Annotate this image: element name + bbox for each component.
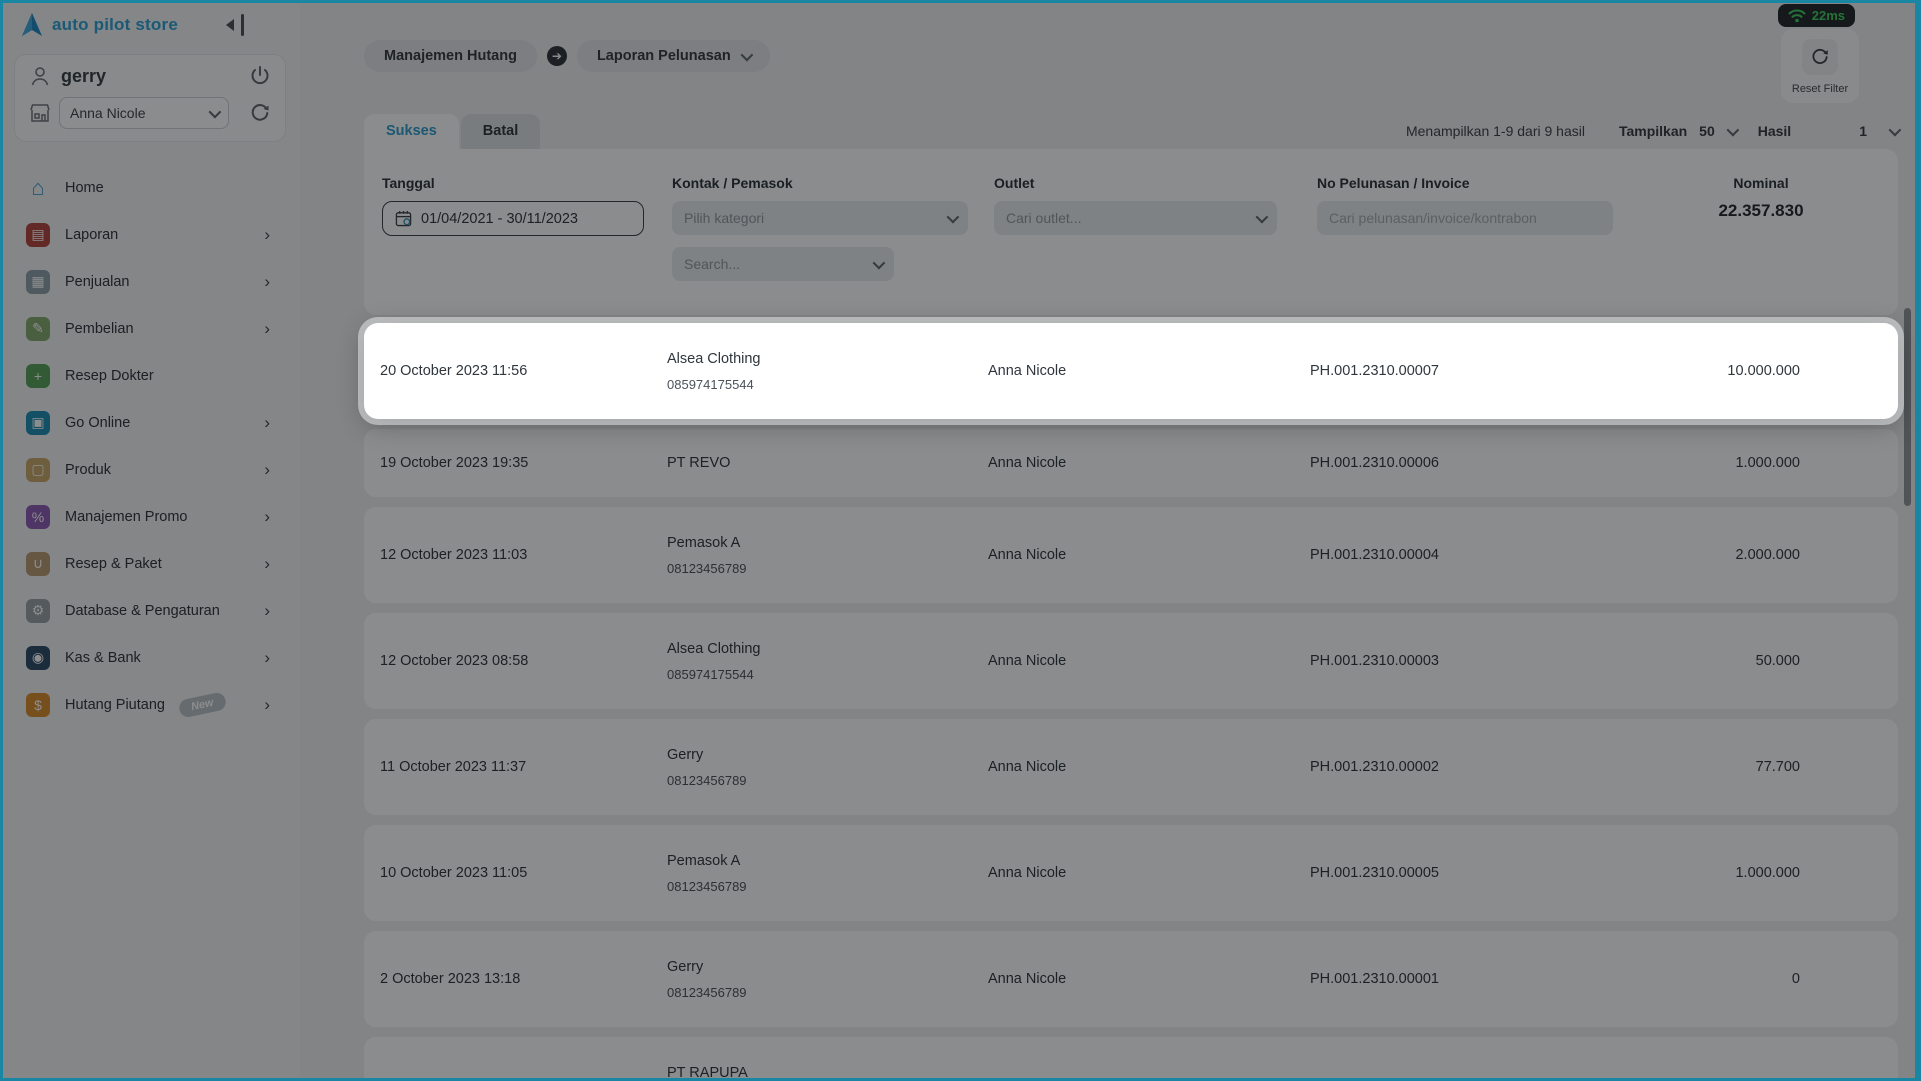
row-outlet: Anna Nicole — [988, 363, 1310, 379]
row-contact-name: Alsea Clothing — [667, 351, 988, 367]
row-contact-phone: 085974175544 — [667, 377, 988, 392]
tutorial-dim-overlay — [0, 0, 1921, 1081]
row-nominal: 10.000.000 — [1640, 363, 1898, 379]
row-date: 20 October 2023 11:56 — [380, 363, 667, 379]
table-row[interactable]: 20 October 2023 11:56 Alsea Clothing 085… — [364, 323, 1898, 419]
row-contact: Alsea Clothing 085974175544 — [667, 351, 988, 392]
row-invoice-number: PH.001.2310.00007 — [1310, 363, 1640, 379]
